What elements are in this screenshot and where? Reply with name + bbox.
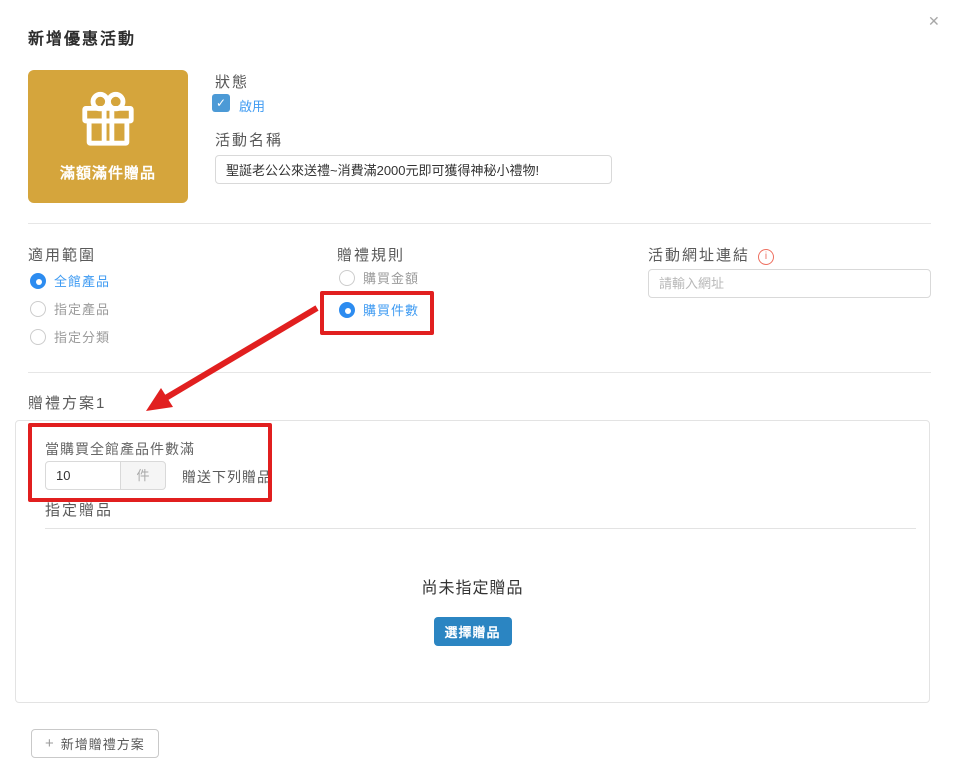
specified-gifts-label: 指定贈品 [45,499,113,520]
radio-icon [339,270,355,286]
info-icon: i [758,249,774,265]
activity-name-input[interactable] [215,155,612,184]
status-checkbox-label[interactable]: 啟用 [239,96,265,115]
gift-icon [77,90,139,150]
status-checkbox[interactable]: ✓ [212,94,230,112]
gift-rule-section-label: 贈禮規則 [337,244,405,265]
select-gift-button[interactable]: 選擇贈品 [434,617,512,646]
radio-icon [30,301,46,317]
add-gift-plan-label: 新增贈禮方案 [61,734,145,753]
radio-icon [30,329,46,345]
activity-url-label: 活動網址連結 i [648,244,774,265]
promo-type-label: 滿額滿件贈品 [28,162,188,183]
radio-label: 購買件數 [363,300,419,319]
activity-url-input[interactable] [648,269,931,298]
radio-purchase-amount[interactable]: 購買金額 [339,268,419,287]
gifts-divider [45,528,916,529]
radio-specific-categories[interactable]: 指定分類 [30,327,110,346]
radio-purchase-quantity[interactable]: 購買件數 [339,300,419,319]
radio-icon [30,273,46,289]
gift-plan-title: 贈禮方案1 [28,392,106,413]
activity-url-label-text: 活動網址連結 [648,247,750,264]
empty-gifts-text: 尚未指定贈品 [16,574,929,598]
radio-label: 指定產品 [54,299,110,318]
section-divider [28,372,931,373]
unit-addon: 件 [120,461,166,490]
page-title: 新增優惠活動 [28,25,136,49]
radio-label: 購買金額 [363,268,419,287]
radio-specific-products[interactable]: 指定產品 [30,299,110,318]
radio-icon [339,302,355,318]
status-section-label: 狀態 [215,71,249,92]
quantity-input[interactable] [45,461,121,490]
radio-label: 全館產品 [54,271,110,290]
check-icon: ✓ [216,96,226,110]
radio-all-products[interactable]: 全館產品 [30,271,110,290]
activity-name-label: 活動名稱 [215,129,283,150]
section-divider [28,223,931,224]
add-gift-plan-button[interactable]: + 新增贈禮方案 [31,729,159,758]
condition-label: 當購買全館產品件數滿 [45,439,195,459]
plus-icon: + [45,735,54,752]
condition-suffix: 贈送下列贈品 [182,467,272,487]
promo-type-card: 滿額滿件贈品 [28,70,188,203]
close-icon[interactable]: ✕ [924,9,944,34]
radio-label: 指定分類 [54,327,110,346]
scope-section-label: 適用範圍 [28,244,96,265]
gift-plan-panel: 當購買全館產品件數滿 件 贈送下列贈品 指定贈品 尚未指定贈品 選擇贈品 [15,420,930,703]
add-promotion-modal: 新增優惠活動 ✕ 滿額滿件贈品 狀態 ✓ 啟用 活動名稱 適用範圍 全館產品 指… [0,0,958,773]
